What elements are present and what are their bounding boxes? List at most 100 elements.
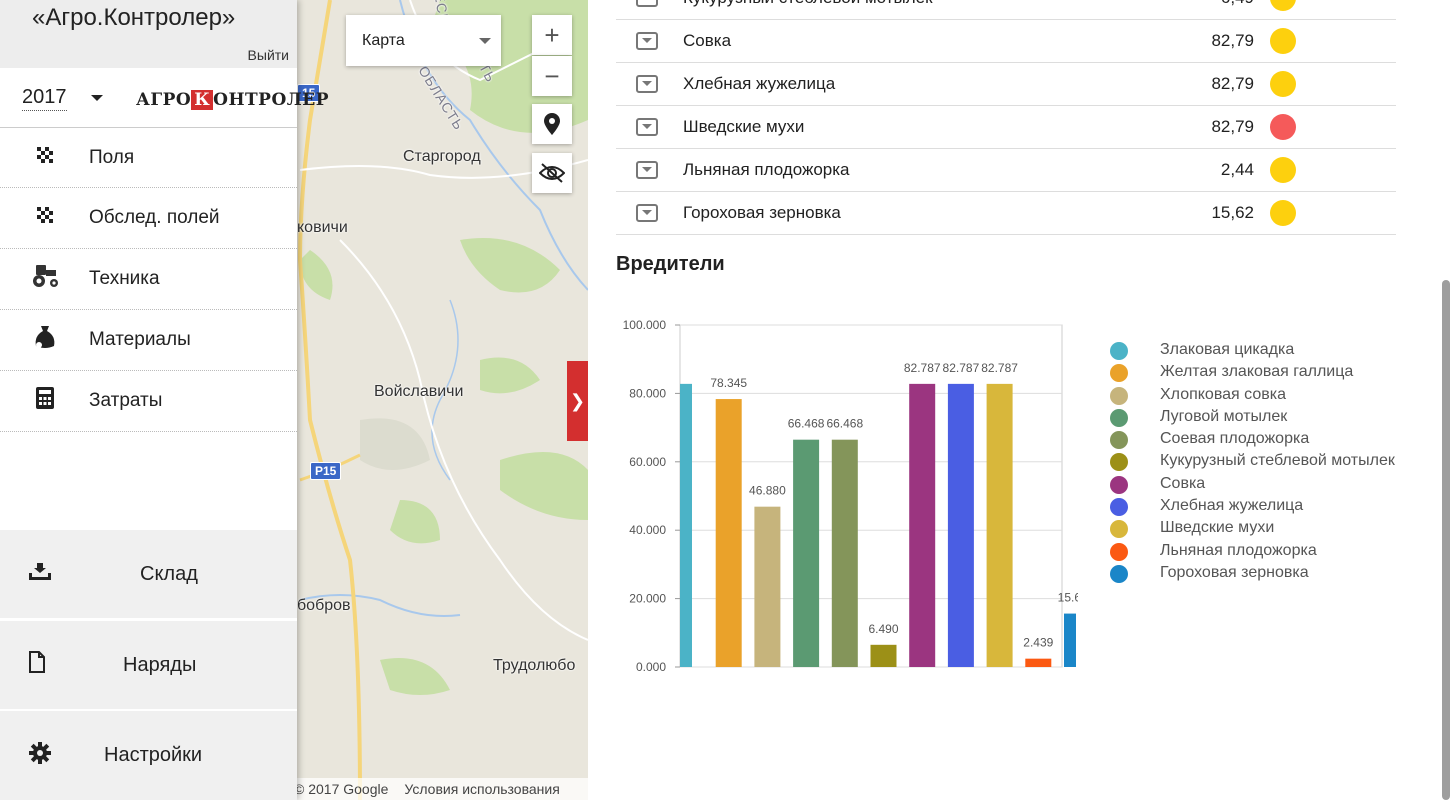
- chart-bar: [1025, 658, 1052, 667]
- nav-item-machinery[interactable]: Техника: [0, 249, 297, 310]
- chevron-down-icon: [479, 38, 491, 44]
- expand-row-button[interactable]: [636, 0, 658, 7]
- year-select[interactable]: 2017: [22, 86, 67, 111]
- document-icon: [28, 651, 46, 679]
- status-indicator: [1270, 157, 1296, 183]
- expand-row-button[interactable]: [636, 32, 658, 50]
- checkered-flag-icon: [30, 145, 60, 171]
- legend-swatch: [1110, 431, 1128, 450]
- brand-logo-right: ОНТРОЛЕР: [213, 90, 330, 110]
- legend-swatch: [1110, 364, 1128, 383]
- zoom-out-button[interactable]: −: [532, 56, 572, 96]
- section-title: Вредители: [616, 253, 725, 275]
- pest-name: Шведские мухи: [683, 117, 805, 136]
- chart-bar: [715, 399, 742, 667]
- chart-y-tick-label: 100.000: [623, 318, 667, 332]
- toggle-visibility-button[interactable]: [532, 153, 572, 193]
- legend-label: Совка: [1160, 474, 1206, 492]
- pest-value: 82,79: [1211, 74, 1254, 93]
- legend-swatch: [1110, 498, 1128, 517]
- plus-icon: +: [544, 19, 560, 50]
- nav-item-fields[interactable]: Поля: [0, 128, 297, 188]
- sidebar-header: «Агро.Контролер» Выйти: [0, 0, 297, 68]
- map-label-trudolyubo: Трудолюбо: [493, 657, 576, 674]
- warehouse-icon: [28, 561, 52, 587]
- pest-name: Кукурузный стеблевой мотылек: [683, 0, 933, 8]
- legend-label: Злаковая цикадка: [1160, 341, 1295, 358]
- chart-y-tick-label: 20.000: [629, 592, 666, 606]
- legend-label: Луговой мотылек: [1160, 407, 1288, 425]
- legend-swatch: [1110, 564, 1128, 583]
- expand-row-button[interactable]: [636, 161, 658, 179]
- eye-off-icon: [539, 163, 565, 183]
- pest-name: Гороховая зерновка: [683, 203, 841, 222]
- location-button[interactable]: [532, 104, 572, 144]
- nav-item-field-survey[interactable]: Обслед. полей: [0, 188, 297, 249]
- nav-label: Поля: [89, 146, 135, 168]
- pest-name: Совка: [683, 31, 732, 50]
- logout-link[interactable]: Выйти: [248, 47, 289, 63]
- map-label-kovichi: ковичи: [297, 219, 348, 236]
- status-indicator: [1270, 71, 1296, 97]
- zoom-in-button[interactable]: +: [532, 15, 572, 55]
- chart-data-label: 82.787: [943, 361, 980, 375]
- minus-icon: −: [544, 60, 560, 91]
- pests-bar-chart: 100.000 80.000 60.000 40.000 20.000 0.000 78.3…: [623, 318, 1078, 674]
- road-badge-p15: P15: [310, 462, 342, 480]
- pest-value: 2,44: [1220, 160, 1254, 179]
- chart-bar: [986, 383, 1013, 667]
- chart-data-label: 46.880: [749, 484, 786, 498]
- sidebar: «Агро.Контролер» Выйти 2017 АГРО К ОНТРОЛЕ…: [0, 0, 329, 800]
- table-row: Гороховая зерновка 15,62: [616, 192, 1396, 235]
- legend-label: Желтая злаковая галлица: [1160, 363, 1354, 381]
- map-type-label: Карта: [362, 31, 405, 49]
- calculator-icon: [30, 386, 60, 416]
- expand-row-button[interactable]: [636, 75, 658, 93]
- legend-label: Соевая плодожорка: [1160, 430, 1310, 448]
- map-label-voislavichi: Войславичи: [374, 383, 464, 400]
- pest-value: 82,79: [1211, 31, 1254, 50]
- nav-label: Настройки: [104, 744, 203, 766]
- fertilizer-bag-icon: [30, 324, 60, 356]
- nav-item-settings[interactable]: Настройки: [0, 711, 297, 800]
- pest-value: 15,62: [1211, 203, 1254, 222]
- chart-y-tick-label: 80.000: [629, 386, 666, 400]
- legend-swatch: [1110, 386, 1128, 405]
- nav-label: Техника: [89, 268, 160, 289]
- nav-item-orders[interactable]: Наряды: [0, 621, 297, 709]
- scrollbar[interactable]: [1442, 280, 1450, 800]
- nav-item-warehouse[interactable]: Склад: [0, 530, 297, 618]
- table-row: Льняная плодожорка 2,44: [616, 149, 1396, 192]
- chart-y-tick-label: 40.000: [629, 523, 666, 537]
- nav-label: Обслед. полей: [89, 207, 220, 228]
- app-root: Старгород ковичи Войславичи бобров Трудо…: [0, 0, 1455, 800]
- map-terms-link[interactable]: Условия использования: [404, 781, 559, 797]
- expand-row-button[interactable]: [636, 204, 658, 222]
- chart-y-tick-label: 60.000: [629, 455, 666, 469]
- chevron-down-icon[interactable]: [91, 95, 103, 101]
- map-type-select[interactable]: Карта: [346, 15, 501, 66]
- chart-bar: [909, 383, 936, 667]
- table-row: Хлебная жужелица 82,79: [616, 63, 1396, 106]
- chart-bar: [754, 506, 781, 667]
- brand-logo-mark: К: [191, 90, 214, 110]
- legend-swatch: [1110, 453, 1128, 472]
- panel-collapse-toggle[interactable]: ❯: [567, 361, 588, 441]
- map-footer: © 2017 Google Условия использования: [288, 778, 588, 800]
- legend-label: Хлебная жужелица: [1160, 497, 1304, 515]
- chart-data-label: 82.787: [904, 361, 941, 375]
- expand-row-button[interactable]: [636, 118, 658, 136]
- pest-value: 82,79: [1211, 117, 1254, 136]
- chart-bar: [680, 383, 692, 667]
- nav-list: Поля Обслед. полей Техника Материалы Зат…: [0, 128, 297, 432]
- map-copyright: © 2017 Google: [294, 781, 389, 797]
- status-indicator: [1270, 0, 1296, 11]
- nav-item-materials[interactable]: Материалы: [0, 310, 297, 371]
- chart-data-label: 6.490: [868, 622, 898, 636]
- nav-label: Затраты: [89, 390, 163, 411]
- chart-data-label: 66.468: [788, 417, 825, 431]
- nav-item-costs[interactable]: Затраты: [0, 371, 297, 432]
- legend-label: Кукурузный стеблевой мотылек: [1160, 452, 1395, 470]
- chart-bar: [831, 439, 858, 667]
- table-row: Шведские мухи 82,79: [616, 106, 1396, 149]
